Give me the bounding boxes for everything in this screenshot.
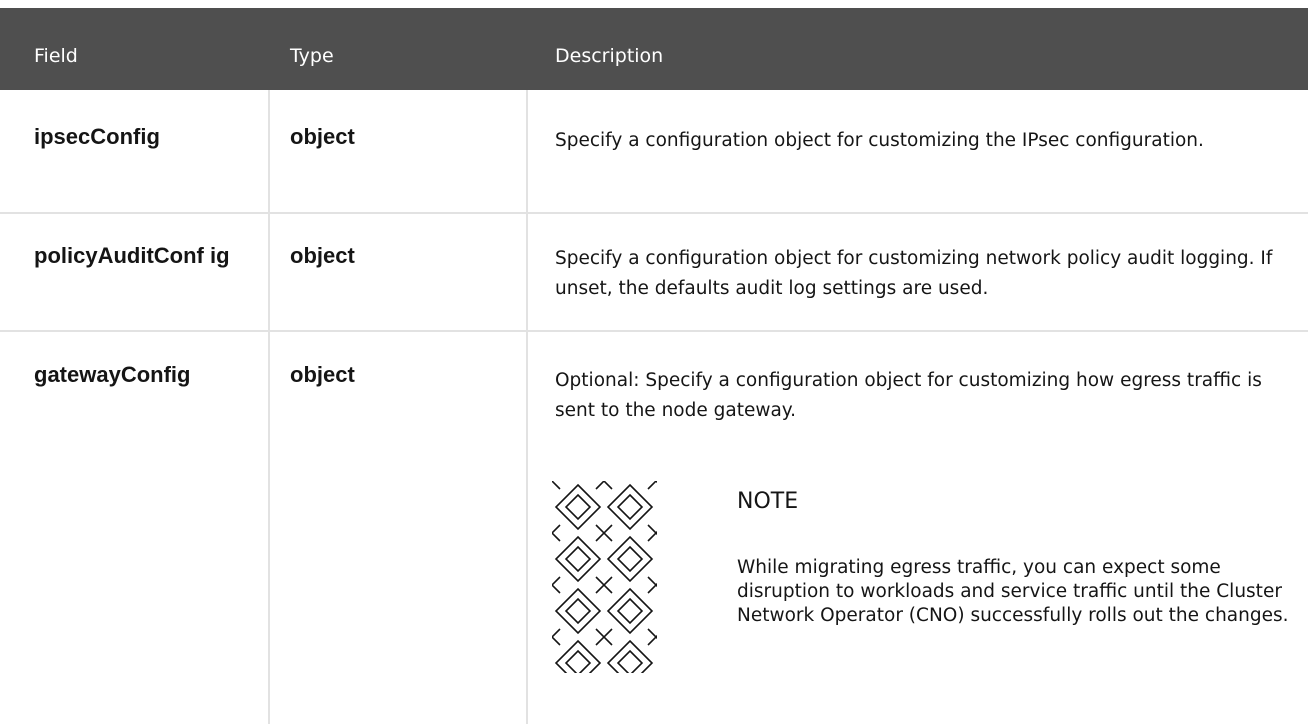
header-type: Type <box>290 45 334 67</box>
parameters-table: Field Type Description ipsecConfig objec… <box>0 0 1308 724</box>
row-divider <box>0 330 1308 332</box>
field-type: object <box>290 124 355 149</box>
header-description: Description <box>555 45 664 67</box>
row-divider <box>0 212 1308 214</box>
note-title: NOTE <box>737 489 799 514</box>
field-description: Specify a configuration object for custo… <box>555 130 1204 151</box>
table-header: Field Type Description <box>0 8 1308 90</box>
field-description: Optional: Specify a configuration object… <box>555 370 1262 421</box>
note-body: While migrating egress traffic, you can … <box>737 557 1289 626</box>
field-type: object <box>290 362 355 387</box>
note-pattern-icon <box>552 481 657 673</box>
field-name: ipsecConfig <box>34 124 160 149</box>
column-divider <box>268 90 270 724</box>
field-name: gatewayConfig <box>34 362 191 387</box>
column-divider <box>526 90 528 724</box>
field-description: Specify a configuration object for custo… <box>555 248 1273 299</box>
field-name: policyAuditConf ig <box>34 243 230 268</box>
field-type: object <box>290 243 355 268</box>
header-field: Field <box>34 45 78 67</box>
